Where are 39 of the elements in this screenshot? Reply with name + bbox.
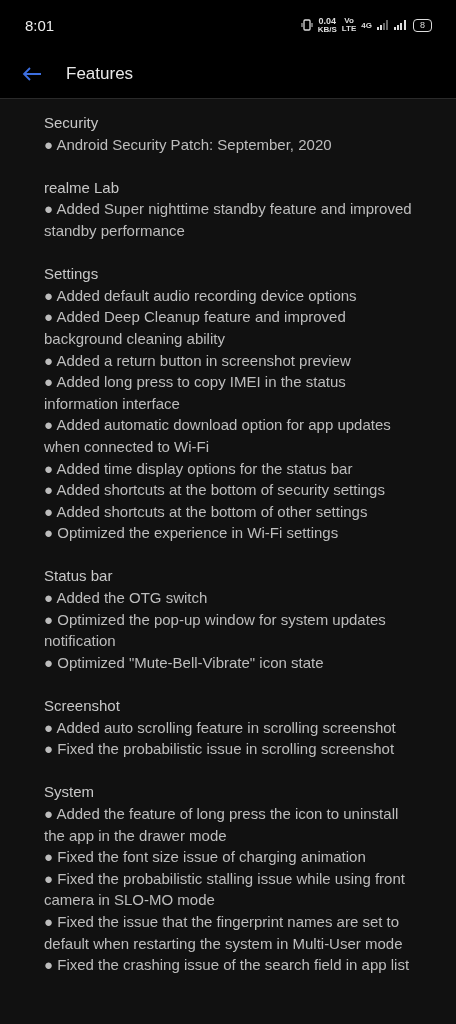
feature-item: ● Added automatic download option for app updates when connected to Wi-Fi <box>44 415 392 457</box>
vibrate-icon <box>300 19 313 31</box>
feature-item: ● Added Super nighttime standby feature and improved standby performance <box>44 199 412 241</box>
feature-item: ● Fixed the issue that the fingerprint names are set to default when restarting the system in Multi-User mode <box>44 911 404 954</box>
feature-item: ● Added shortcuts at the bottom of security settings <box>44 480 386 501</box>
feature-item: ● Optimized the pop-up window for system updates notification <box>44 609 387 652</box>
feature-item: ● Android Security Patch: September, 2020 <box>44 134 333 155</box>
network-type: 4G <box>361 20 372 30</box>
feature-item: ● Added shortcuts at the bottom of other settings <box>44 501 369 522</box>
feature-item: ● Fixed the probabilistic stalling issue while using front camera in SLO-MO mode <box>44 868 406 911</box>
section-heading: Status bar <box>44 566 114 587</box>
clock: 8:01 <box>25 16 55 34</box>
feature-item: ● Fixed the crashing issue of the search field in app list <box>44 955 411 976</box>
page-title: Features <box>66 64 134 84</box>
feature-item: ● Fixed the font size issue of charging animation <box>44 847 367 868</box>
section-heading: Screenshot <box>44 696 121 717</box>
feature-item: ● Added the feature of long press the icon to uninstall the app in the drawer mode <box>44 804 400 846</box>
feature-item: ● Fixed the probabilistic issue in scrolling screenshot <box>44 739 396 760</box>
feature-item: ● Added a return button in screenshot preview <box>44 350 352 371</box>
feature-item: ● Added long press to copy IMEI in the status information interface <box>44 372 347 414</box>
volte-label: LTE <box>341 25 357 34</box>
network-speed: 0.04 <box>318 16 336 26</box>
feature-item: ● Added auto scrolling feature in scrolling screenshot <box>44 717 397 738</box>
section-heading: Security <box>44 113 100 133</box>
feature-item: ● Added Deep Cleanup feature and improved background cleaning ability <box>44 307 347 349</box>
signal-icon <box>394 20 408 30</box>
signal-icon <box>377 20 389 30</box>
feature-item: ● Added the OTG switch <box>44 588 209 609</box>
volte-label: Vo <box>344 16 354 25</box>
back-icon[interactable] <box>22 66 42 82</box>
feature-item: ● Optimized "Mute-Bell-Vibrate" icon state <box>44 652 325 673</box>
feature-item: ● Added default audio recording device options <box>44 285 358 306</box>
section-heading: Settings <box>44 264 100 285</box>
feature-item: ● Added time display options for the status bar <box>44 458 354 479</box>
feature-item: ● Optimized the experience in Wi-Fi settings <box>44 523 340 544</box>
speed-unit: KB/S <box>317 25 337 34</box>
battery-level: 8 <box>413 18 432 32</box>
section-heading: realme Lab <box>44 177 121 198</box>
section-heading: System <box>44 782 95 803</box>
